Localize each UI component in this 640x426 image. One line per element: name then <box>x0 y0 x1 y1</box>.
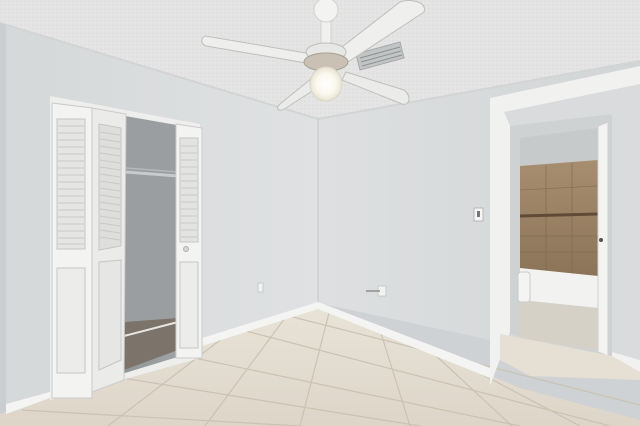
bathroom-door-handle[interactable] <box>599 238 603 242</box>
light-switch[interactable] <box>473 207 484 222</box>
bathroom-door[interactable] <box>597 121 609 357</box>
toilet <box>517 271 531 303</box>
wall-outlet <box>257 282 264 293</box>
closet-door-right[interactable] <box>175 123 203 359</box>
closet-door-knob[interactable] <box>183 246 189 252</box>
closet-door-left[interactable] <box>51 102 127 399</box>
fan-light-bulb <box>309 66 343 102</box>
closet <box>50 96 203 400</box>
bedroom-scene <box>0 0 640 426</box>
bathroom-tile-wall <box>520 160 598 276</box>
bathroom-doorway[interactable] <box>490 66 640 386</box>
